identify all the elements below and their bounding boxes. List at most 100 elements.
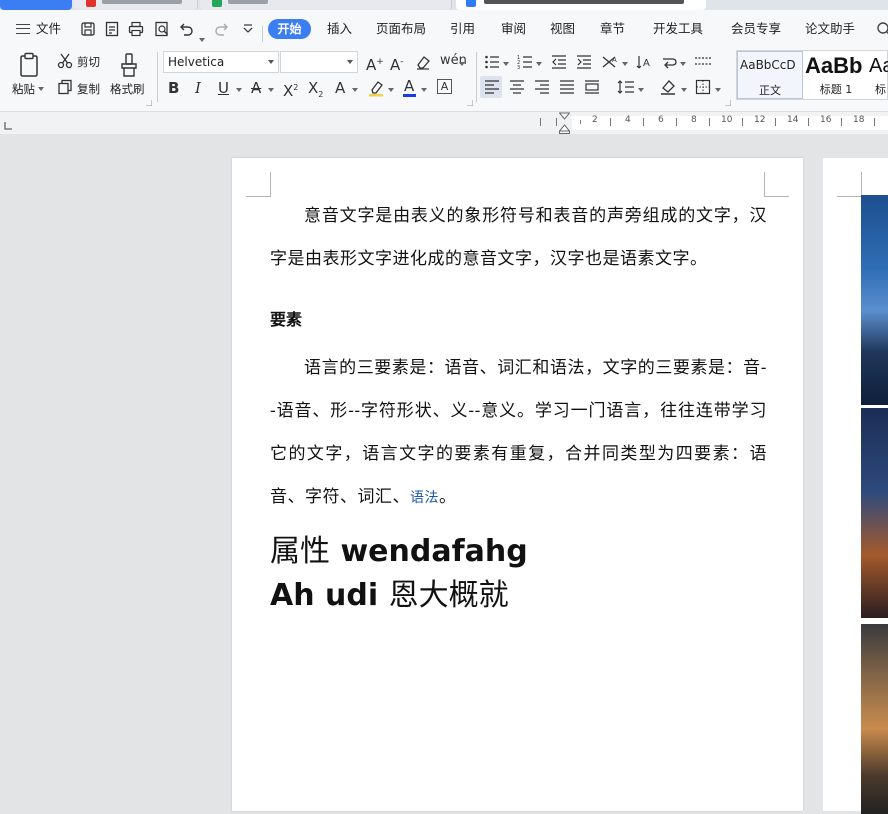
- line-spacing-icon[interactable]: [617, 79, 635, 95]
- paragraph[interactable]: 意音文字是由表义的象形符号和表音的声旁组成的文字，汉字是由表形文字进化成的意音文…: [270, 195, 767, 281]
- shading-dropdown-icon[interactable]: [681, 88, 687, 92]
- city-night-photo[interactable]: [861, 408, 888, 618]
- copy-button[interactable]: 复制: [77, 81, 100, 97]
- tab-page-layout[interactable]: 页面布局: [376, 10, 426, 48]
- font-name-select[interactable]: Helvetica: [163, 51, 279, 73]
- tab-references[interactable]: 引用: [450, 10, 475, 48]
- align-center-icon[interactable]: [509, 79, 525, 95]
- increase-indent-icon[interactable]: [576, 54, 592, 70]
- bridge-photo[interactable]: [861, 195, 888, 405]
- line-break-icon[interactable]: [661, 54, 677, 70]
- underline-dropdown-icon[interactable]: [236, 88, 242, 92]
- borders-dropdown-icon[interactable]: [715, 88, 721, 92]
- search-icon[interactable]: [876, 21, 888, 37]
- shading-icon[interactable]: [660, 79, 678, 95]
- document-page[interactable]: 意音文字是由表义的象形符号和表音的声旁组成的文字，汉字是由表形文字进化成的意音文…: [232, 158, 803, 811]
- style-heading-2[interactable]: Aa 标: [869, 51, 888, 99]
- decrease-indent-icon[interactable]: [551, 54, 567, 70]
- tab-spreadsheet[interactable]: [200, 0, 452, 10]
- style-normal[interactable]: AaBbCcD 正文: [737, 51, 803, 99]
- tab-current-document[interactable]: [456, 0, 706, 10]
- paste-icon[interactable]: [17, 52, 41, 78]
- distribute-icon[interactable]: [584, 79, 600, 95]
- tab-stops-icon[interactable]: [694, 54, 712, 70]
- clipboard-launcher-icon[interactable]: [146, 100, 152, 106]
- copy-icon[interactable]: [57, 79, 73, 95]
- justify-icon[interactable]: [559, 79, 575, 95]
- shrink-font-icon[interactable]: A-: [390, 53, 404, 74]
- hamburger-menu-icon[interactable]: [16, 24, 30, 34]
- strikethrough-dropdown-icon[interactable]: [268, 88, 274, 92]
- clear-format-icon[interactable]: [415, 54, 431, 70]
- chinese-layout-icon[interactable]: A: [601, 54, 619, 70]
- font-launcher-icon[interactable]: [467, 100, 473, 106]
- pinyin-guide-icon[interactable]: wén: [440, 52, 467, 70]
- undo-icon[interactable]: [178, 21, 194, 37]
- text-direction-icon[interactable]: A: [636, 54, 652, 70]
- align-right-icon[interactable]: [534, 79, 550, 95]
- bold-icon[interactable]: B: [168, 79, 179, 97]
- format-painter-icon[interactable]: [119, 52, 139, 78]
- italic-icon[interactable]: I: [195, 79, 201, 97]
- format-painter-button[interactable]: 格式刷: [110, 81, 145, 97]
- chinese-layout-dropdown-icon[interactable]: [622, 62, 628, 66]
- tab-insert[interactable]: 插入: [327, 10, 352, 48]
- redo-icon[interactable]: [214, 21, 230, 37]
- character-border-icon[interactable]: A: [437, 79, 452, 94]
- document-body[interactable]: 意音文字是由表义的象形符号和表音的声旁组成的文字，汉字是由表形文字进化成的意音文…: [270, 195, 767, 618]
- strikethrough-icon[interactable]: A: [251, 79, 261, 97]
- numbered-list-dropdown-icon[interactable]: [536, 62, 542, 66]
- cut-button[interactable]: 剪切: [77, 54, 100, 70]
- next-document-page[interactable]: [823, 158, 888, 814]
- menu-file[interactable]: 文件: [36, 10, 61, 48]
- quick-access-more-icon[interactable]: [240, 21, 256, 37]
- pinyin-dropdown-icon[interactable]: [459, 62, 465, 66]
- export-pdf-icon[interactable]: [104, 21, 120, 37]
- horizontal-ruler[interactable]: 2 4 6 8 10 12 14 16 18: [0, 112, 888, 134]
- tab-home[interactable]: [0, 0, 72, 10]
- tab-pdf-document[interactable]: [74, 0, 198, 10]
- spreadsheet-icon: [212, 0, 222, 7]
- style-heading-1[interactable]: AaBb 标题 1: [803, 51, 869, 99]
- highlight-dropdown-icon[interactable]: [388, 88, 394, 92]
- line-break-dropdown-icon[interactable]: [680, 62, 686, 66]
- highlighted-word[interactable]: 语法: [410, 490, 439, 506]
- tab-view[interactable]: 视图: [550, 10, 575, 48]
- font-color-dropdown-icon[interactable]: [421, 88, 427, 92]
- underline-icon[interactable]: U: [218, 79, 229, 97]
- subscript-icon[interactable]: X2: [308, 79, 323, 104]
- save-icon[interactable]: [80, 21, 96, 37]
- tab-review[interactable]: 审阅: [501, 10, 526, 48]
- street-photo[interactable]: [861, 624, 888, 814]
- tab-sections[interactable]: 章节: [600, 10, 625, 48]
- paste-dropdown-icon[interactable]: [38, 87, 44, 91]
- text-effect-icon[interactable]: A: [335, 79, 345, 97]
- tab-member[interactable]: 会员专享: [731, 10, 781, 48]
- text-effect-dropdown-icon[interactable]: [352, 88, 358, 92]
- tab-developer-tools[interactable]: 开发工具: [653, 10, 703, 48]
- scissors-icon[interactable]: [57, 53, 73, 69]
- tab-paper-assistant[interactable]: 论文助手: [805, 10, 855, 48]
- grow-font-icon[interactable]: A+: [366, 53, 384, 74]
- tab-selector-icon[interactable]: [4, 122, 12, 130]
- print-icon[interactable]: [128, 21, 144, 37]
- highlight-icon[interactable]: [368, 79, 386, 97]
- undo-dropdown-icon[interactable]: [199, 38, 205, 42]
- print-preview-icon[interactable]: [154, 21, 170, 37]
- numbered-list-icon[interactable]: 123: [517, 54, 533, 70]
- section-heading[interactable]: 要素: [270, 301, 767, 339]
- indent-marker-icon[interactable]: [559, 112, 570, 134]
- font-color-icon[interactable]: A: [404, 77, 414, 95]
- tab-start[interactable]: 开始: [268, 19, 311, 39]
- paste-button[interactable]: 粘贴: [12, 81, 35, 97]
- font-size-select[interactable]: [280, 51, 358, 73]
- borders-icon[interactable]: [695, 79, 711, 95]
- align-left-icon[interactable]: [484, 79, 500, 95]
- paragraph-launcher-icon[interactable]: [725, 100, 731, 106]
- superscript-icon[interactable]: X2: [283, 79, 298, 100]
- paragraph[interactable]: 语言的三要素是：语音、词汇和语法，文字的三要素是：音--语音、形--字符形状、义…: [270, 347, 767, 520]
- line-spacing-dropdown-icon[interactable]: [638, 88, 644, 92]
- large-title[interactable]: 属性 wendafahg Ah udi 恩大概就: [270, 530, 767, 618]
- bullet-list-icon[interactable]: [484, 54, 500, 70]
- bullet-list-dropdown-icon[interactable]: [503, 62, 509, 66]
